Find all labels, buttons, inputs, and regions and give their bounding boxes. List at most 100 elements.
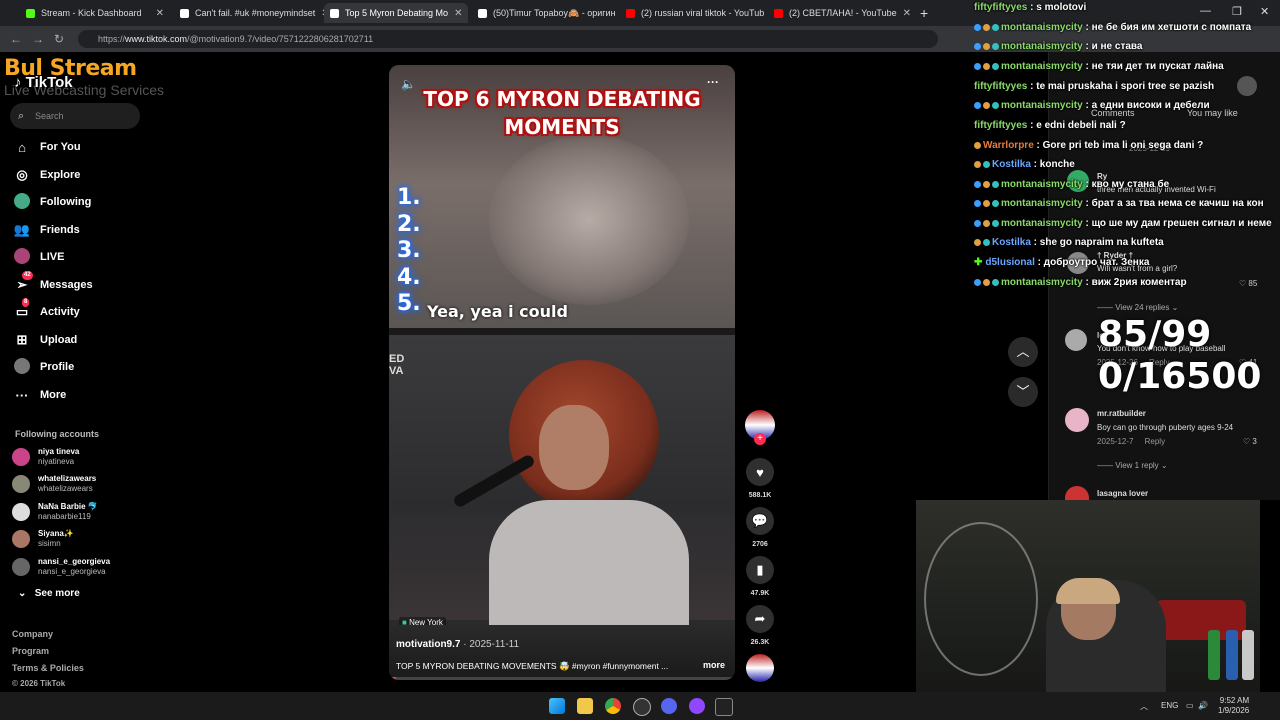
more-options-icon[interactable]: ··· xyxy=(707,75,719,89)
start-icon[interactable] xyxy=(549,698,565,714)
network-icon[interactable]: ▭ xyxy=(1186,701,1194,710)
volume-tray-icon[interactable]: 🔊 xyxy=(1198,701,1208,710)
avatar xyxy=(12,558,30,576)
nav-profile[interactable]: Profile xyxy=(12,356,74,378)
chat-message: montanaismycity : не бе бия им хетшоти с… xyxy=(974,22,1251,38)
view-replies-button[interactable]: —— View 24 replies ⌄ xyxy=(1097,303,1178,312)
description-more-button[interactable]: more xyxy=(703,660,725,670)
nav-label: Explore xyxy=(40,169,81,181)
close-tab-icon[interactable]: ✕ xyxy=(150,8,164,19)
tab-title: Can't fail. #uk #moneymindset xyxy=(195,8,316,18)
avatar xyxy=(12,448,30,466)
nav-label: Messages xyxy=(40,279,93,291)
chat-message: fiftyfiftyyes : s molotovi xyxy=(974,2,1087,13)
badge-icon xyxy=(992,180,999,188)
comment-author[interactable]: lasagna lover xyxy=(1097,489,1148,498)
chat-username: montanaismycity xyxy=(1001,218,1083,229)
see-more-button[interactable]: ⌄ See more xyxy=(18,588,80,599)
nav-activity[interactable]: ▭ 8 Activity xyxy=(12,298,80,323)
numbered-list-overlay: 1. 2. 3. 4. 5. xyxy=(397,185,421,318)
tiktok-logo[interactable]: ♪ TikTok xyxy=(14,74,73,91)
browser-tab[interactable]: Stream - Kick Dashboard ✕ xyxy=(20,3,170,23)
nav-friends[interactable]: 👥 Friends xyxy=(12,219,80,241)
nav-upload[interactable]: ⊞ Upload xyxy=(12,329,78,351)
obs-icon[interactable] xyxy=(633,698,651,716)
next-video-button[interactable]: ﹀ xyxy=(1008,377,1038,407)
browser-tab[interactable]: (50)Timur Topaboy🙈 - оригин ✕ xyxy=(472,3,622,23)
chat-message: montanaismycity : не тяи дет ти пускат л… xyxy=(974,61,1224,77)
video-author[interactable]: motivation9.7 · 2025-11-11 xyxy=(396,639,519,650)
share-button[interactable]: ➦ xyxy=(746,605,774,633)
webcam-feed xyxy=(916,500,1260,694)
tray-chevron-icon[interactable]: ︿ xyxy=(1140,701,1148,712)
like-button[interactable]: ♥ xyxy=(746,458,774,486)
chat-text: доброутро чат. Зенка xyxy=(1043,257,1150,268)
video-progress-bar[interactable] xyxy=(389,677,735,680)
reply-button[interactable]: Reply xyxy=(1145,437,1165,446)
app-icon[interactable] xyxy=(689,698,705,714)
system-clock[interactable]: 9:52 AM 1/9/2026 xyxy=(1218,696,1249,716)
activity-icon: ▭ 8 xyxy=(15,298,30,319)
back-icon[interactable]: ← xyxy=(10,32,22,46)
sound-disc-icon[interactable] xyxy=(746,654,774,682)
new-tab-icon[interactable]: + xyxy=(920,5,928,21)
nav-following[interactable]: Following xyxy=(12,191,91,213)
video-caption: Yea, yea i could xyxy=(427,302,568,321)
browser-tab-active[interactable]: Top 5 Myron Debating Mo ✕ xyxy=(324,3,468,23)
save-button[interactable]: ▮ xyxy=(746,556,774,584)
avatar xyxy=(1065,329,1087,351)
following-account[interactable]: NaNa Barbie 🐬 nanabarbie119 xyxy=(12,500,98,524)
nav-more[interactable]: ··· More xyxy=(12,384,67,406)
badge-icon xyxy=(983,42,990,50)
comment-author[interactable]: mr.ratbuilder xyxy=(1097,409,1146,418)
following-account[interactable]: Siyana✨ sisimn xyxy=(12,527,74,551)
file-explorer-icon[interactable] xyxy=(577,698,593,714)
volume-icon[interactable]: 🔈 xyxy=(401,77,416,91)
url-field[interactable]: https://www.tiktok.com/@motivation9.7/vi… xyxy=(78,30,938,48)
video-info: motivation9.7 · 2025-11-11 TOP 5 MYRON D… xyxy=(389,625,735,680)
comment-button[interactable]: 💬 xyxy=(746,507,774,535)
comment-like[interactable]: ♡ 3 xyxy=(1243,437,1257,446)
bottle xyxy=(1242,630,1254,680)
video-player[interactable]: TOP 6 MYRON DEBATING MOMENTS 1. 2. 3. 4. … xyxy=(389,65,735,680)
nav-label: More xyxy=(40,389,67,401)
chrome-icon[interactable] xyxy=(605,698,621,714)
view-replies-button[interactable]: —— View 1 reply ⌄ xyxy=(1097,461,1168,470)
close-tab-icon[interactable]: ✕ xyxy=(315,8,324,19)
nav-explore[interactable]: ◎ Explore xyxy=(12,164,80,186)
previous-video-button[interactable]: ︿ xyxy=(1008,337,1038,367)
badge-icon xyxy=(992,101,999,109)
footer-terms-link[interactable]: Terms & Policies xyxy=(12,663,84,673)
following-account[interactable]: nansi_e_georgieva nansi_e_georgieva xyxy=(12,555,110,579)
view-replies-label: View 24 replies xyxy=(1115,303,1170,312)
following-account[interactable]: niya tineva niyatineva xyxy=(12,445,79,469)
footer-company-link[interactable]: Company xyxy=(12,629,53,639)
nav-live[interactable]: LIVE xyxy=(12,246,64,268)
nav-for-you[interactable]: ⌂ For You xyxy=(12,136,80,158)
avatar xyxy=(1065,408,1089,432)
language-indicator[interactable]: ENG xyxy=(1161,701,1178,710)
nav-messages[interactable]: ➢ 42 Messages xyxy=(12,271,93,296)
following-accounts-title: Following accounts xyxy=(15,429,100,439)
badge-icon xyxy=(992,23,999,31)
view-replies-label: View 1 reply xyxy=(1115,461,1159,470)
counter-line: 0/16500 xyxy=(1098,356,1262,397)
video-blurred-background xyxy=(489,135,689,305)
browser-tab[interactable]: Can't fail. #uk #moneymindset ✕ xyxy=(174,3,324,23)
terminal-icon[interactable] xyxy=(715,698,733,716)
follow-plus-icon[interactable]: + xyxy=(754,433,766,445)
close-tab-icon[interactable]: ✕ xyxy=(897,8,911,19)
progress-fill xyxy=(389,677,396,680)
forward-icon[interactable]: → xyxy=(32,32,44,46)
search-input[interactable]: ⌕ Search xyxy=(10,103,140,129)
reload-icon[interactable]: ↻ xyxy=(54,32,64,46)
badge-icon xyxy=(974,219,981,227)
browser-tab[interactable]: (2) russian viral tiktok - YouTub ✕ xyxy=(620,3,770,23)
footer-program-link[interactable]: Program xyxy=(12,646,49,656)
more-icon: ··· xyxy=(15,387,29,403)
close-tab-icon[interactable]: ✕ xyxy=(448,8,462,19)
browser-tab[interactable]: (2) СВЕТЛАНА! - YouTube ✕ xyxy=(768,3,914,23)
following-account[interactable]: whatelizawears whatelizawears xyxy=(12,472,96,496)
discord-icon[interactable] xyxy=(661,698,677,714)
comment-like-count: 3 xyxy=(1252,437,1257,446)
